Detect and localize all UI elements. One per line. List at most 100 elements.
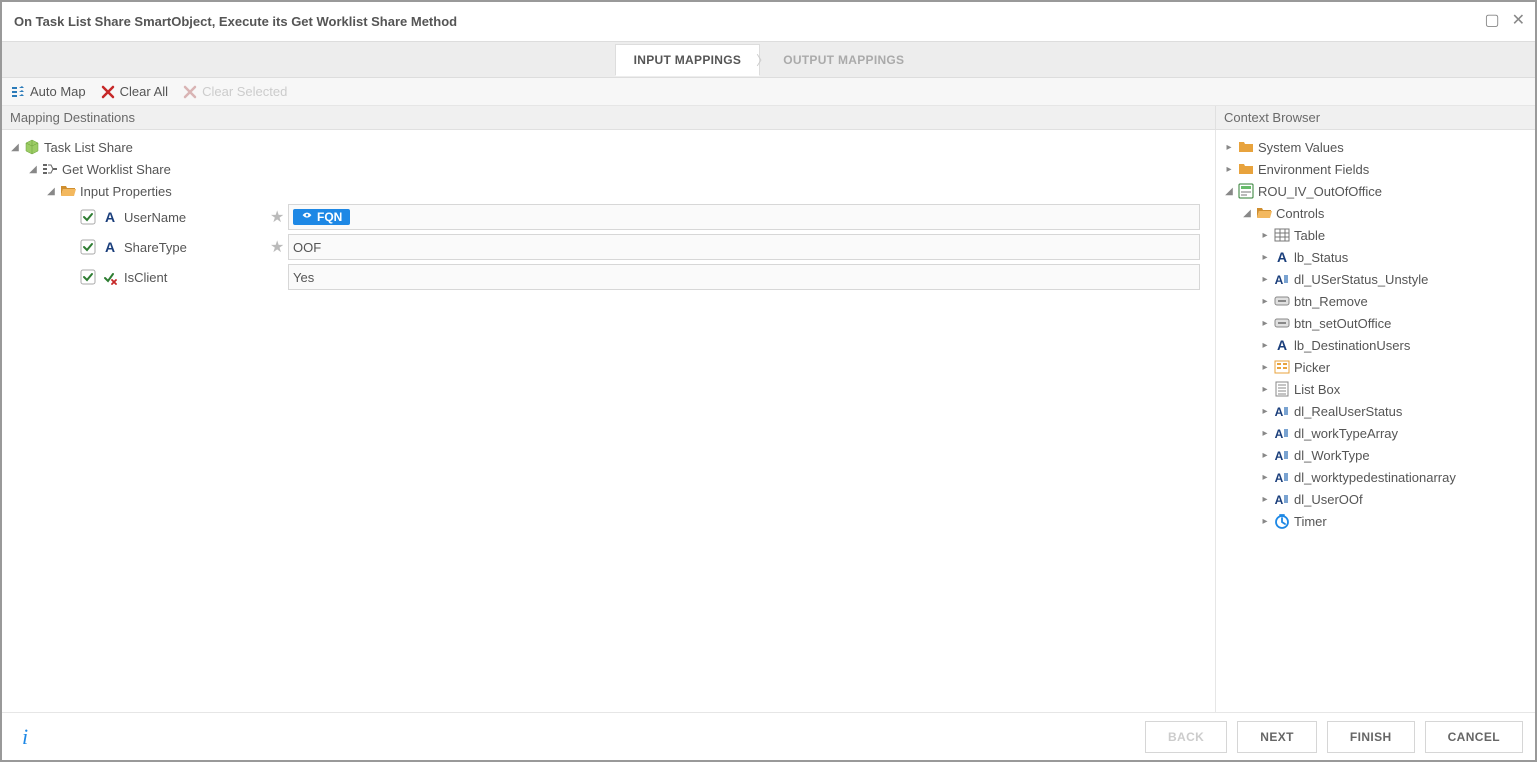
- mapping-destinations-header: Mapping Destinations: [2, 106, 1215, 129]
- ctx-control-item[interactable]: ▸ dl_worktypedestinationarray: [1220, 466, 1531, 488]
- dialog-footer: i BACK NEXT FINISH CANCEL: [2, 712, 1535, 760]
- prop-input-isclient[interactable]: Yes: [288, 264, 1200, 290]
- maximize-icon[interactable]: ▢: [1484, 10, 1499, 30]
- ctx-control-item[interactable]: ▸ dl_WorkType: [1220, 444, 1531, 466]
- dialog-header: On Task List Share SmartObject, Execute …: [2, 2, 1535, 42]
- required-star-icon: ★: [270, 237, 282, 257]
- ctx-control-label: Table: [1294, 228, 1325, 243]
- ctx-control-item[interactable]: ▸List Box: [1220, 378, 1531, 400]
- tab-output-mappings[interactable]: OUTPUT MAPPINGS: [765, 45, 922, 75]
- ctx-form[interactable]: ◢ ROU_IV_OutOfOffice: [1220, 180, 1531, 202]
- finish-button[interactable]: FINISH: [1327, 721, 1415, 753]
- button-icon: [1274, 293, 1290, 309]
- required-star-icon: ★: [270, 207, 282, 227]
- ctx-control-label: dl_USerStatus_Unstyle: [1294, 272, 1428, 287]
- text-type-icon: [102, 239, 118, 255]
- expander-icon[interactable]: ▸: [1260, 362, 1270, 373]
- ctx-control-item[interactable]: ▸ Table: [1220, 224, 1531, 246]
- ctx-control-label: dl_workTypeArray: [1294, 426, 1398, 441]
- context-browser-panel: ▸ System Values ▸ Environment Fields ◢ R…: [1215, 130, 1535, 714]
- ctx-control-label: Timer: [1294, 514, 1327, 529]
- expander-icon[interactable]: ▸: [1260, 472, 1270, 483]
- ctx-control-item[interactable]: ▸ lb_DestinationUsers: [1220, 334, 1531, 356]
- ctx-control-label: btn_setOutOffice: [1294, 316, 1391, 331]
- expander-icon[interactable]: ◢: [46, 186, 56, 197]
- ctx-control-label: dl_RealUserStatus: [1294, 404, 1402, 419]
- datalabel-icon: [1274, 425, 1290, 441]
- expander-icon[interactable]: ◢: [10, 142, 20, 153]
- expander-icon[interactable]: ▸: [1260, 516, 1270, 527]
- checkbox-icon[interactable]: [80, 269, 96, 285]
- expander-icon[interactable]: ▸: [1260, 494, 1270, 505]
- expander-icon[interactable]: ◢: [28, 164, 38, 175]
- prop-input-sharetype[interactable]: OOF: [288, 234, 1200, 260]
- ctx-control-item[interactable]: ▸ dl_UserOOf: [1220, 488, 1531, 510]
- ctx-control-item[interactable]: ▸ dl_USerStatus_Unstyle: [1220, 268, 1531, 290]
- wizard-tabs: INPUT MAPPINGS 〉 OUTPUT MAPPINGS: [2, 42, 1535, 78]
- prop-label: UserName: [124, 210, 264, 225]
- ctx-control-label: Picker: [1294, 360, 1330, 375]
- expander-icon[interactable]: ▸: [1260, 230, 1270, 241]
- toolbar: Auto Map Clear All Clear Selected: [2, 78, 1535, 106]
- expander-icon[interactable]: ▸: [1260, 384, 1270, 395]
- ctx-control-item[interactable]: ▸ btn_setOutOffice: [1220, 312, 1531, 334]
- ctx-control-item[interactable]: ▸ btn_Remove: [1220, 290, 1531, 312]
- picker-icon: [1274, 359, 1290, 375]
- prop-row-username: UserName ★ FQN: [6, 202, 1211, 232]
- expander-icon[interactable]: ▸: [1260, 450, 1270, 461]
- fqn-token[interactable]: FQN: [293, 209, 350, 225]
- ctx-control-item[interactable]: ▸ Timer: [1220, 510, 1531, 532]
- next-button[interactable]: NEXT: [1237, 721, 1317, 753]
- ctx-control-label: dl_worktypedestinationarray: [1294, 470, 1456, 485]
- ctx-control-label: lb_DestinationUsers: [1294, 338, 1410, 353]
- table-icon: [1274, 227, 1290, 243]
- tree-input-properties[interactable]: Input Properties: [80, 184, 172, 199]
- expander-icon[interactable]: ▸: [1260, 252, 1270, 263]
- expander-icon[interactable]: ▸: [1260, 406, 1270, 417]
- expander-icon[interactable]: ▸: [1224, 142, 1234, 153]
- A-icon: [1274, 337, 1290, 353]
- ctx-environment-fields[interactable]: ▸ Environment Fields: [1220, 158, 1531, 180]
- ctx-control-label: btn_Remove: [1294, 294, 1368, 309]
- bool-type-icon: [102, 269, 118, 285]
- tree-method[interactable]: Get Worklist Share: [62, 162, 171, 177]
- prop-row-sharetype: ShareType ★ OOF: [6, 232, 1211, 262]
- expander-icon[interactable]: ▸: [1260, 296, 1270, 307]
- auto-map-button[interactable]: Auto Map: [10, 84, 86, 100]
- checkbox-icon[interactable]: [80, 239, 96, 255]
- datalabel-icon: [1274, 469, 1290, 485]
- cancel-button[interactable]: CANCEL: [1425, 721, 1523, 753]
- ctx-system-values[interactable]: ▸ System Values: [1220, 136, 1531, 158]
- ctx-control-item[interactable]: ▸ lb_Status: [1220, 246, 1531, 268]
- close-icon[interactable]: ✕: [1512, 10, 1525, 30]
- ctx-control-item[interactable]: ▸ dl_workTypeArray: [1220, 422, 1531, 444]
- clear-all-button[interactable]: Clear All: [100, 84, 168, 100]
- mapping-destinations-panel: ◢ Task List Share ◢ Get Worklist Share ◢…: [2, 130, 1215, 714]
- checkbox-icon[interactable]: [80, 209, 96, 225]
- ctx-control-label: dl_UserOOf: [1294, 492, 1363, 507]
- ctx-controls-group[interactable]: ◢ Controls: [1220, 202, 1531, 224]
- expander-icon[interactable]: ▸: [1260, 274, 1270, 285]
- expander-icon[interactable]: ▸: [1260, 340, 1270, 351]
- datalabel-icon: [1274, 491, 1290, 507]
- ctx-control-item[interactable]: ▸ dl_RealUserStatus: [1220, 400, 1531, 422]
- clear-selected-button: Clear Selected: [182, 84, 287, 100]
- expander-icon[interactable]: ◢: [1242, 208, 1252, 219]
- text-type-icon: [102, 209, 118, 225]
- ctx-control-label: dl_WorkType: [1294, 448, 1370, 463]
- timer-icon: [1274, 513, 1290, 529]
- expander-icon[interactable]: ▸: [1260, 318, 1270, 329]
- expander-icon[interactable]: ▸: [1260, 428, 1270, 439]
- datalabel-icon: [1274, 447, 1290, 463]
- expander-icon[interactable]: ◢: [1224, 186, 1234, 197]
- ctx-control-label: lb_Status: [1294, 250, 1348, 265]
- prop-label: IsClient: [124, 270, 264, 285]
- tab-input-mappings[interactable]: INPUT MAPPINGS: [615, 44, 761, 76]
- ctx-control-item[interactable]: ▸ Picker: [1220, 356, 1531, 378]
- info-icon[interactable]: i: [22, 724, 28, 750]
- required-star-icon: ★: [270, 267, 282, 287]
- expander-icon[interactable]: ▸: [1224, 164, 1234, 175]
- prop-input-username[interactable]: FQN: [288, 204, 1200, 230]
- tree-smartobject[interactable]: Task List Share: [44, 140, 133, 155]
- back-button: BACK: [1145, 721, 1227, 753]
